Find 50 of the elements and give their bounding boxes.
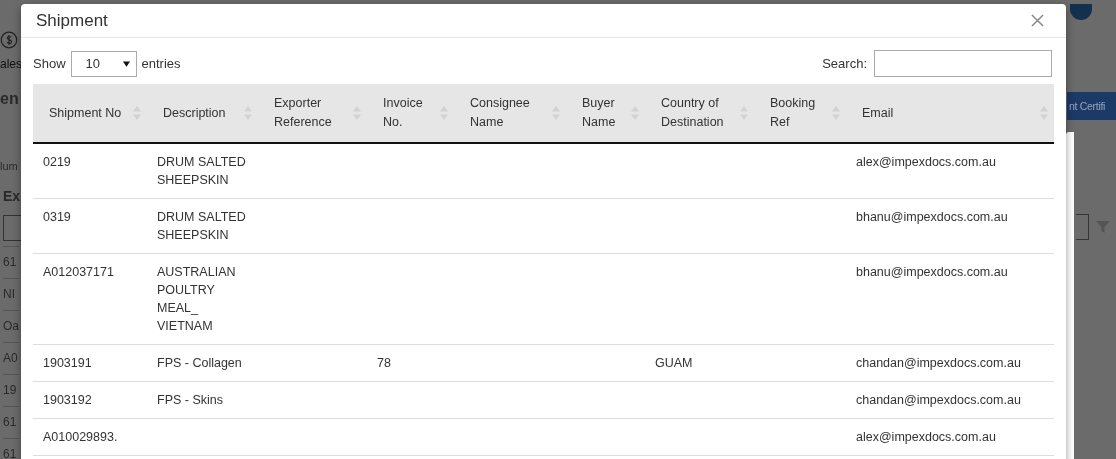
caret-icon (122, 60, 130, 67)
column-header[interactable]: Exporter Reference (258, 84, 367, 143)
table-cell: DRUM SALTED SHEEPSKIN (157, 155, 246, 187)
table-cell: 61 (3, 438, 19, 459)
certificate-button[interactable]: nt Certifi (1067, 92, 1116, 120)
table-cell: A010029893. (43, 430, 118, 444)
table-cell: 19 (3, 374, 19, 406)
column-header[interactable]: Consignee Name (454, 84, 566, 143)
table-cell: 61 (3, 406, 19, 438)
table-cell: alex@impexdocs.com.au (856, 430, 996, 444)
table-cell: 1903192 (43, 393, 92, 407)
column-header[interactable]: Email (846, 84, 1054, 143)
dollar-icon[interactable] (0, 29, 18, 51)
table-cell: NI (3, 278, 19, 310)
table-cell: chandan@impexdocs.com.au (856, 393, 1021, 407)
table-cell: 78 (377, 356, 391, 370)
sidebar-label: ales (0, 57, 22, 71)
columns-label: lum (0, 160, 18, 172)
table-cell: alex@impexdocs.com.au (856, 155, 996, 169)
column-header[interactable]: Invoice No. (367, 84, 454, 143)
column-header[interactable]: Country of Destination (645, 84, 754, 143)
page-heading: en (0, 90, 19, 108)
table-cell: 61 (3, 246, 19, 278)
table-cell: chandan@impexdocs.com.au (856, 356, 1021, 370)
close-icon[interactable] (1031, 14, 1044, 27)
entries-label: entries (141, 56, 181, 71)
table-cell: 0219 (43, 155, 71, 169)
table-cell: FPS - Collagen (157, 356, 242, 370)
table-cell: bhanu@impexdocs.com.au (856, 265, 1008, 279)
dialog-title: Shipment (36, 10, 108, 31)
table-cell: A012037171 (43, 265, 114, 279)
table-cell: Oa (3, 310, 19, 342)
table-cell: 0319 (43, 210, 71, 224)
table-cell: DRUM SALTED SHEEPSKIN (157, 210, 246, 242)
filter-field[interactable] (1076, 214, 1089, 240)
table-cell: A0 (3, 342, 19, 374)
show-label: Show (33, 56, 66, 71)
table-cell: FPS - Skins (157, 393, 223, 407)
column-header: Ex (3, 188, 21, 204)
column-header[interactable]: Buyer Name (566, 84, 645, 143)
column-header[interactable]: Description (147, 84, 258, 143)
column-header[interactable]: Shipment No (33, 84, 147, 143)
search-label: Search: (822, 56, 867, 71)
column-header[interactable]: Booking Ref (754, 84, 846, 143)
table-cell: GUAM (655, 356, 693, 370)
table-cell: AUSTRALIAN POULTRY MEAL_ VIETNAM (157, 265, 236, 333)
search-field[interactable] (874, 50, 1052, 77)
entries-select[interactable]: 10 (70, 50, 137, 77)
table-cell: 1903191 (43, 356, 92, 370)
table-cell: bhanu@impexdocs.com.au (856, 210, 1008, 224)
